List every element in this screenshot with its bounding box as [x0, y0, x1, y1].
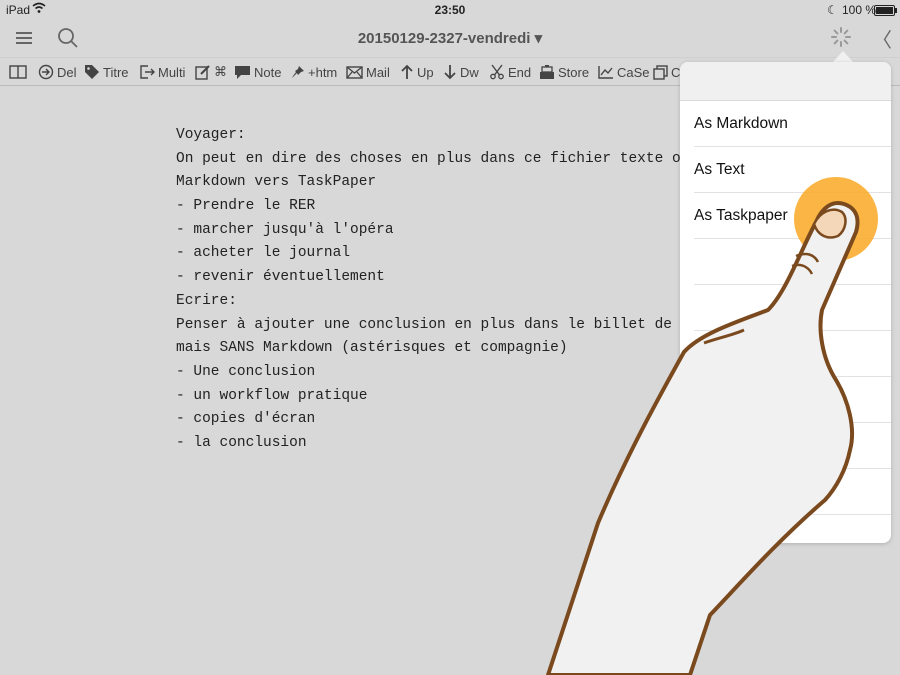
toolbar-mail-button[interactable]: Mail	[346, 62, 390, 82]
pin-icon	[292, 66, 304, 78]
toolbar-htm-button[interactable]: +htm	[291, 62, 337, 82]
editor-line: - revenir éventuellement	[176, 269, 385, 286]
toolbar-end-label: End	[508, 64, 532, 80]
toolbar-multi-button[interactable]: Multi	[139, 62, 185, 82]
toolbar-note-label: Note	[254, 64, 282, 80]
editor-line: Markdown vers TaskPaper	[176, 174, 377, 191]
clock-time: 23:50	[434, 3, 466, 17]
chevron-left-icon[interactable]: 〈	[872, 24, 892, 52]
toolbar-case-label: CaSe	[617, 64, 650, 80]
popover-header	[680, 62, 891, 101]
menu-item-empty[interactable]	[694, 285, 891, 331]
toolbar-store-button[interactable]: Store	[539, 62, 589, 82]
toolbar-del-button[interactable]: Del	[38, 62, 77, 82]
toolbar-copy-button[interactable]: Cl	[653, 62, 683, 82]
menu-item-empty[interactable]	[694, 423, 891, 469]
editor-line: On peut en dire des choses en plus dans …	[176, 150, 690, 167]
toolbar-titre-button[interactable]: Titre	[84, 62, 129, 82]
export-icon	[140, 65, 155, 79]
toolbar-del-label: Del	[57, 64, 77, 80]
activity-spinner-icon[interactable]	[830, 26, 854, 50]
edit-icon	[195, 65, 210, 80]
copy-icon	[653, 64, 668, 80]
editor-line: Ecrire:	[176, 292, 237, 309]
menu-item-empty[interactable]	[694, 377, 891, 423]
moon-icon: ☾	[827, 3, 838, 17]
editor-line: - Prendre le RER	[176, 198, 316, 215]
battery-icon	[874, 5, 897, 16]
menu-item-empty[interactable]	[694, 331, 891, 377]
scissors-icon	[490, 64, 504, 80]
book-icon	[9, 65, 27, 79]
arrow-up-icon	[401, 64, 413, 79]
editor-line: mais SANS Markdown (astérisques et compa…	[176, 340, 568, 357]
toolbar-up-button[interactable]: Up	[400, 62, 434, 82]
menu-item-as-text[interactable]: As Text	[694, 147, 891, 193]
menu-item-as-markdown[interactable]: As Markdown	[694, 101, 891, 147]
toolbar-multi-label: Multi	[158, 64, 186, 80]
menu-item-empty[interactable]	[694, 469, 891, 515]
status-bar: iPad 23:50 ☾ 100 %	[0, 0, 900, 20]
nav-bar: 20150129-2327-vendredi ▾ 〈	[0, 20, 900, 56]
menu-item-empty[interactable]	[694, 515, 891, 543]
editor-line: - acheter le journal	[176, 245, 351, 262]
sidebar-toggle-button[interactable]	[9, 62, 30, 82]
toolbar-up-label: Up	[417, 64, 434, 80]
toolbar-dw-label: Dw	[460, 64, 479, 80]
menu-item-as-taskpaper[interactable]: As Taskpaper	[694, 193, 891, 239]
editor-line: - un workflow pratique	[176, 387, 368, 404]
speech-bubble-icon	[235, 65, 250, 79]
editor-line: - Une conclusion	[176, 363, 316, 380]
toolbar-mail-label: Mail	[366, 64, 390, 80]
toolbar-end-button[interactable]: End	[489, 62, 531, 82]
toolbar-dw-button[interactable]: Dw	[443, 62, 479, 82]
editor-line: Voyager:	[176, 127, 246, 143]
toolbar-htm-label: +htm	[308, 64, 338, 80]
export-popover: As Markdown As Text As Taskpaper	[680, 62, 891, 543]
editor-line: - copies d'écran	[176, 411, 316, 428]
editor-line: Penser à ajouter une conclusion en plus …	[176, 316, 699, 333]
text-editor[interactable]: Voyager: On peut en dire des choses en p…	[176, 124, 699, 456]
line-chart-icon	[598, 66, 613, 79]
toolbar-case-button[interactable]: CaSe	[598, 62, 650, 82]
toolbar-titre-label: Titre	[103, 64, 129, 80]
mail-icon	[346, 65, 363, 79]
toolbar-note-button[interactable]: Note	[234, 62, 281, 82]
toolbar-edit-cmd-button[interactable]: ⌘	[195, 62, 227, 82]
toolbar-cmd-label: ⌘	[214, 64, 227, 79]
battery-percent: 100 %	[842, 3, 877, 17]
editor-line: - la conclusion	[176, 434, 307, 451]
menu-item-empty[interactable]	[694, 239, 891, 285]
cash-register-icon	[540, 65, 554, 79]
document-title[interactable]: 20150129-2327-vendredi ▾	[0, 29, 900, 47]
toolbar-store-label: Store	[558, 64, 590, 80]
arrow-down-icon	[444, 65, 456, 80]
arrow-circle-icon	[38, 64, 54, 80]
editor-line: - marcher jusqu'à l'opéra	[176, 221, 394, 238]
tag-icon	[85, 65, 99, 79]
